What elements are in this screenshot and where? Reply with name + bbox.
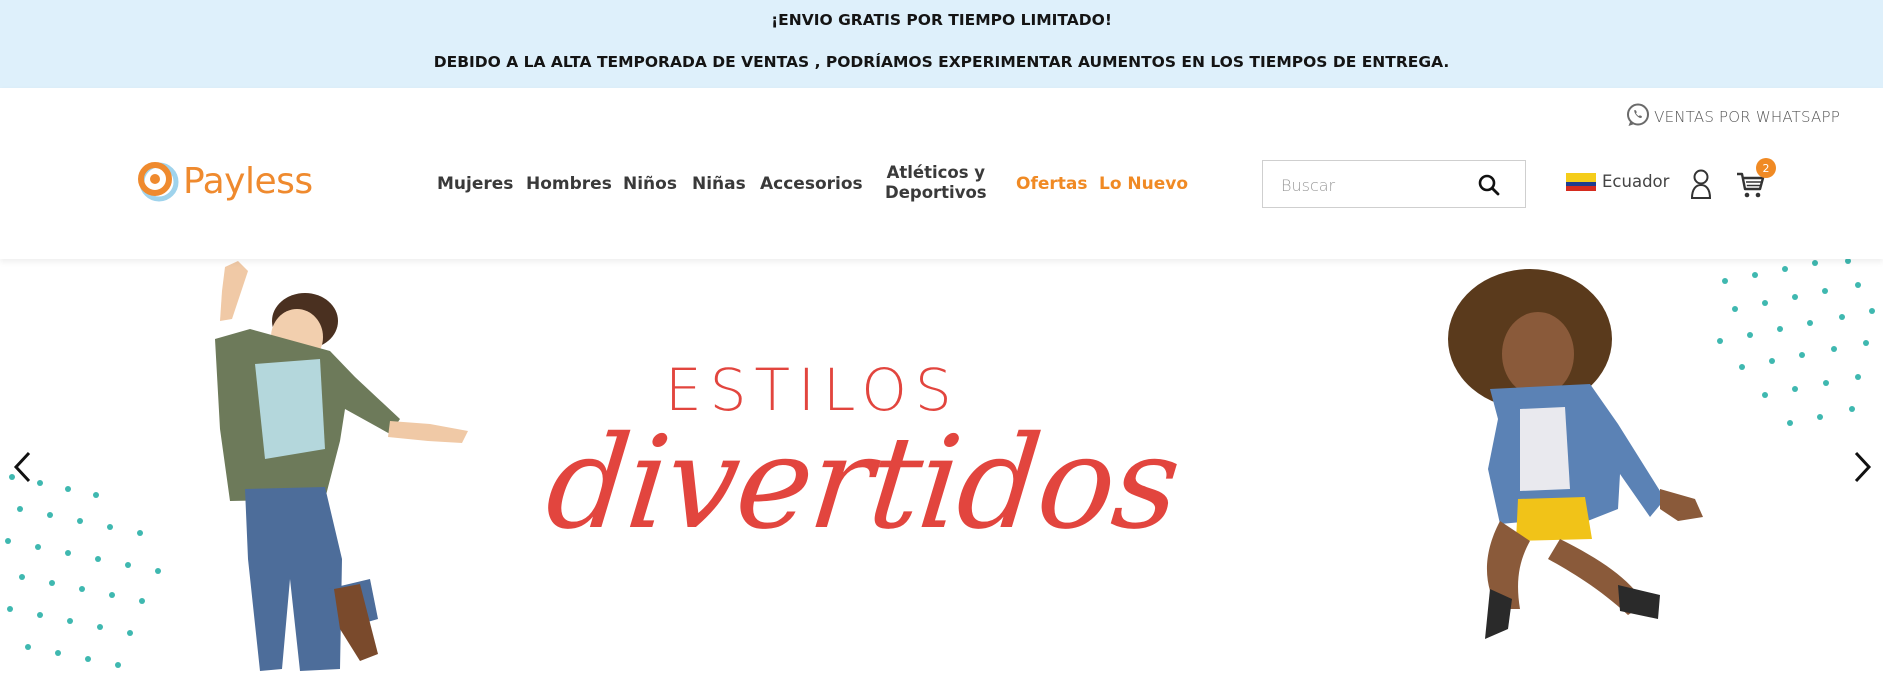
payless-logo[interactable]: Payless [136,160,313,204]
nav-ninas[interactable]: Niñas [692,174,746,194]
nav-atleticos-deportivos[interactable]: Atléticos y Deportivos [885,163,987,203]
search-icon[interactable] [1477,173,1501,197]
nav-atleticos-line1: Atléticos y [886,163,986,182]
carousel-prev-button[interactable] [8,447,38,487]
nav-ofertas[interactable]: Ofertas [1016,174,1087,194]
promo-bar: ¡ENVIO GRATIS POR TIEMPO LIMITADO! DEBID… [0,0,1883,88]
nav-ninos[interactable]: Niños [623,174,677,194]
nav-mujeres[interactable]: Mujeres [437,174,513,194]
chevron-right-icon [1854,451,1872,483]
nav-atleticos-line2: Deportivos [885,183,987,202]
nav-accesorios[interactable]: Accesorios [760,174,863,194]
promo-free-shipping: ¡ENVIO GRATIS POR TIEMPO LIMITADO! [771,11,1112,29]
whatsapp-label: VENTAS POR WHATSAPP [1654,108,1840,126]
nav-lo-nuevo[interactable]: Lo Nuevo [1099,174,1188,194]
decorative-dots-left [5,474,161,668]
carousel-next-button[interactable] [1847,447,1877,487]
ecuador-flag-icon [1566,172,1596,191]
country-selector[interactable]: Ecuador [1566,172,1669,191]
search-input[interactable] [1281,173,1471,197]
nav-hombres[interactable]: Hombres [526,174,612,194]
whatsapp-sales-link[interactable]: VENTAS POR WHATSAPP [1625,103,1840,128]
jumping-girl-illustration [1448,269,1703,639]
cart-count-badge: 2 [1756,158,1776,178]
payless-logo-mark [136,160,180,204]
hero-title-divertidos: divertidos [540,409,1186,558]
decorative-dots-right [1717,259,1875,426]
search-box [1262,160,1526,208]
payless-logo-text: Payless [183,161,313,202]
site-header: VENTAS POR WHATSAPP Payless Mujeres Homb… [0,88,1883,259]
user-icon[interactable] [1690,168,1712,200]
whatsapp-icon [1627,103,1650,126]
jumping-boy-illustration [215,261,468,671]
country-label: Ecuador [1602,172,1670,191]
promo-delivery-notice: DEBIDO A LA ALTA TEMPORADA DE VENTAS , P… [433,53,1450,71]
hero-banner: ESTILOS divertidos [0,259,1883,681]
chevron-left-icon [13,451,31,483]
